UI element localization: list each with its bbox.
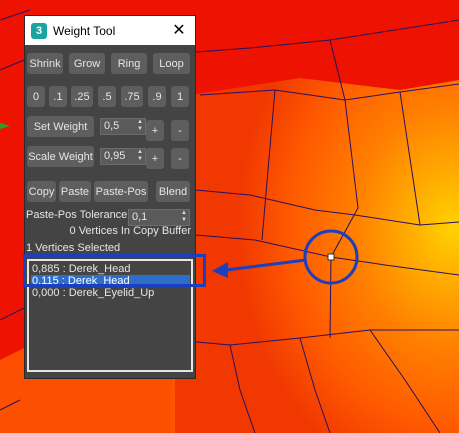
title-bar[interactable]: 3 Weight Tool ✕	[25, 16, 195, 45]
copy-buffer-status: 0 Vertices In Copy Buffer	[69, 225, 191, 237]
paste-pos-tolerance-spinner[interactable]: 0,1 ▲ ▼	[128, 209, 190, 226]
scale-weight-minus-button[interactable]: -	[171, 148, 189, 169]
app-icon: 3	[31, 22, 47, 39]
preset-1-button[interactable]: 1	[171, 86, 189, 107]
ring-button[interactable]: Ring	[111, 53, 147, 74]
list-item[interactable]: 0,000 : Derek_Eyelid_Up	[31, 287, 190, 299]
vertices-selected-status: 1 Vertices Selected	[26, 242, 121, 254]
copy-button[interactable]: Copy	[27, 181, 56, 202]
preset-01-button[interactable]: .1	[49, 86, 67, 107]
scale-weight-button[interactable]: Scale Weight	[27, 146, 94, 167]
shrink-button[interactable]: Shrink	[27, 53, 63, 74]
spinner-arrows-icon[interactable]: ▲ ▼	[137, 149, 143, 163]
preset-025-button[interactable]: .25	[71, 86, 93, 107]
spinner-arrows-icon[interactable]: ▲ ▼	[137, 119, 143, 133]
paste-pos-tolerance-label: Paste-Pos Tolerance	[26, 209, 128, 221]
weight-tool-window[interactable]: 3 Weight Tool ✕ Shrink Grow Ring Loop 0 …	[24, 15, 196, 379]
set-weight-plus-button[interactable]: +	[146, 120, 164, 141]
paste-pos-button[interactable]: Paste-Pos	[94, 181, 148, 202]
scale-weight-spinner[interactable]: 0,95 ▲ ▼	[100, 148, 146, 165]
grow-button[interactable]: Grow	[69, 53, 105, 74]
scale-weight-value: 0,95	[104, 150, 126, 162]
spinner-arrows-icon[interactable]: ▲ ▼	[181, 210, 187, 224]
blend-button[interactable]: Blend	[156, 181, 190, 202]
preset-05-button[interactable]: .5	[98, 86, 116, 107]
preset-09-button[interactable]: .9	[148, 86, 166, 107]
loop-button[interactable]: Loop	[153, 53, 190, 74]
paste-button[interactable]: Paste	[59, 181, 91, 202]
set-weight-minus-button[interactable]: -	[171, 120, 189, 141]
paste-pos-tolerance-value: 0,1	[132, 211, 148, 223]
set-weight-button[interactable]: Set Weight	[27, 116, 94, 137]
weight-gradient-region	[170, 78, 459, 433]
close-icon[interactable]: ✕	[169, 20, 189, 40]
window-title: Weight Tool	[53, 23, 116, 38]
set-weight-spinner[interactable]: 0,5 ▲ ▼	[100, 118, 146, 135]
annotation-rectangle	[23, 254, 206, 287]
set-weight-value: 0,5	[104, 120, 120, 132]
scale-weight-plus-button[interactable]: +	[146, 148, 164, 169]
preset-075-button[interactable]: .75	[121, 86, 143, 107]
preset-0-button[interactable]: 0	[27, 86, 45, 107]
selected-vertex[interactable]	[327, 253, 335, 261]
